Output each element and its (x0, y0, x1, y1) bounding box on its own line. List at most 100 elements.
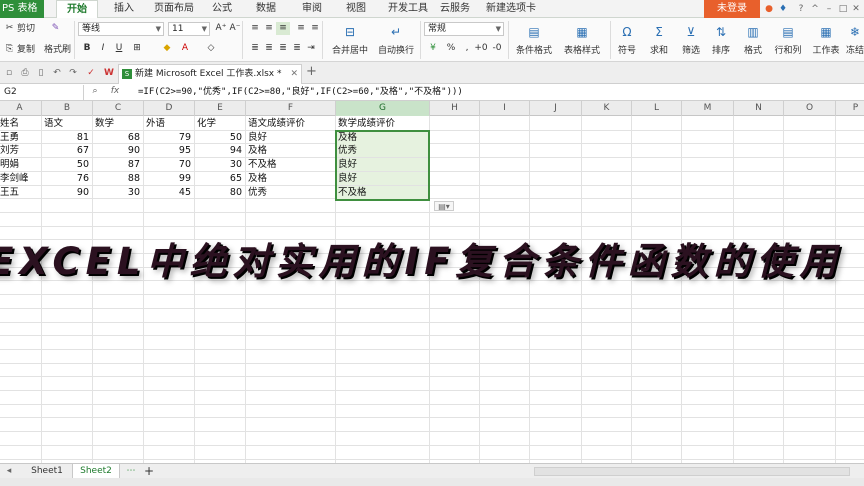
format-painter-button[interactable]: 格式刷 (44, 44, 71, 56)
freeze-button[interactable]: ❄ 冻结 (846, 24, 864, 56)
tab-page-layout[interactable]: 页面布局 (154, 0, 194, 18)
merge-center-button[interactable]: ⊟ 合并居中 (328, 24, 372, 56)
document-tab[interactable]: S 新建 Microsoft Excel 工作表.xlsx * ✕ (118, 64, 302, 84)
table-cell[interactable]: 80 (195, 186, 245, 199)
sort-button[interactable]: ⇅ 排序 (708, 24, 734, 56)
table-cell[interactable]: 94 (195, 144, 245, 157)
column-header-k[interactable]: K (582, 101, 632, 116)
table-cell[interactable]: 50 (42, 158, 92, 171)
table-style-button[interactable]: ▦ 表格样式 (560, 24, 604, 56)
more-sheets-icon[interactable]: ⋯ (124, 464, 138, 479)
new-icon[interactable]: ▫ (4, 68, 14, 78)
fx-icon[interactable]: fx (108, 86, 122, 96)
justify-icon[interactable]: ≣ (290, 42, 304, 55)
row-col-button[interactable]: ▤ 行和列 (772, 24, 804, 56)
table-cell[interactable]: 50 (195, 131, 245, 144)
print-icon[interactable]: ⎙ (20, 68, 30, 78)
first-sheet-icon[interactable]: ◂ (4, 466, 14, 476)
table-cell[interactable]: 90 (42, 186, 92, 199)
brush-icon[interactable]: ✎ (50, 23, 63, 35)
column-header-h[interactable]: H (430, 101, 480, 116)
font-color-icon[interactable]: A (178, 42, 192, 55)
align-right-top-icon[interactable]: ≡ (308, 22, 322, 35)
decrease-decimal-icon[interactable]: -0 (490, 42, 504, 55)
sheet-tab-2[interactable]: Sheet2 (72, 464, 120, 479)
close-icon[interactable]: ✕ (851, 4, 861, 14)
column-header-e[interactable]: E (195, 101, 246, 116)
thousands-icon[interactable]: , (460, 42, 474, 55)
percent-icon[interactable]: % (444, 42, 458, 55)
header-cell[interactable]: 语文成绩评价 (246, 117, 335, 130)
table-cell[interactable]: 王勇 (0, 131, 41, 144)
tab-insert[interactable]: 插入 (114, 0, 134, 18)
header-cell[interactable]: 外语 (144, 117, 194, 130)
redo-icon[interactable]: ↷ (68, 68, 78, 78)
table-cell[interactable]: 30 (195, 158, 245, 171)
column-header-f[interactable]: F (246, 101, 336, 116)
add-sheet-icon[interactable]: + (142, 464, 156, 479)
chevron-up-icon[interactable]: ^ (810, 4, 820, 14)
close-tab-icon[interactable]: ✕ (290, 65, 298, 83)
column-header-a[interactable]: A (0, 101, 42, 116)
help-icon[interactable]: ? (796, 4, 806, 14)
table-cell[interactable]: 90 (93, 144, 143, 157)
conditional-format-button[interactable]: ▤ 条件格式 (512, 24, 556, 56)
column-header-m[interactable]: M (682, 101, 734, 116)
header-cell[interactable]: 语文 (42, 117, 92, 130)
align-bottom-icon[interactable]: ≡ (276, 22, 290, 35)
table-cell[interactable]: 88 (93, 172, 143, 185)
paste-options-icon[interactable]: ▤▾ (434, 201, 454, 211)
worksheet-button[interactable]: ▦ 工作表 (810, 24, 842, 56)
number-format-select[interactable]: 常规 ▼ (424, 22, 504, 36)
grow-font-icon[interactable]: A⁺ (214, 22, 228, 35)
formula-input[interactable]: =IF(C2>=90,"优秀",IF(C2>=80,"良好",IF(C2>=60… (138, 85, 463, 100)
table-cell[interactable]: 79 (144, 131, 194, 144)
column-header-c[interactable]: C (93, 101, 144, 116)
wps-icon[interactable]: W (104, 68, 114, 78)
table-cell[interactable]: 45 (144, 186, 194, 199)
table-cell[interactable]: 76 (42, 172, 92, 185)
shrink-font-icon[interactable]: A⁻ (228, 22, 242, 35)
table-cell[interactable]: 67 (42, 144, 92, 157)
table-cell[interactable]: 明娟 (0, 158, 41, 171)
worksheet-grid[interactable]: ABCDEFGHIJKLMNOP 姓名 语文 数学 外语 化学 语文成绩评价 数学成绩评价王… (0, 101, 864, 463)
column-header-l[interactable]: L (632, 101, 682, 116)
column-header-d[interactable]: D (144, 101, 195, 116)
table-cell[interactable]: 良好 (246, 131, 335, 144)
table-cell[interactable]: 95 (144, 144, 194, 157)
currency-icon[interactable]: ¥ (426, 42, 440, 55)
app-logo[interactable]: PS 表格 (0, 0, 44, 18)
minimize-icon[interactable]: – (824, 4, 834, 14)
border-icon[interactable]: ⊞ (130, 42, 144, 55)
copy-button[interactable]: ⎘ 复制 (4, 44, 35, 56)
column-header-n[interactable]: N (734, 101, 784, 116)
column-header-i[interactable]: I (480, 101, 530, 116)
column-header-p[interactable]: P (836, 101, 864, 116)
table-cell[interactable]: 不及格 (336, 186, 429, 199)
table-cell[interactable]: 及格 (246, 144, 335, 157)
table-cell[interactable]: 李剑峰 (0, 172, 41, 185)
table-cell[interactable]: 优秀 (336, 144, 429, 157)
font-size-select[interactable]: 11 ▼ (168, 22, 210, 36)
align-right-icon[interactable]: ≣ (276, 42, 290, 55)
tab-developer[interactable]: 开发工具 (388, 0, 428, 18)
font-name-select[interactable]: 等线 ▼ (78, 22, 164, 36)
header-cell[interactable]: 化学 (195, 117, 245, 130)
tab-new[interactable]: 新建选项卡 (486, 0, 536, 18)
table-cell[interactable]: 87 (93, 158, 143, 171)
table-cell[interactable]: 王五 (0, 186, 41, 199)
increase-decimal-icon[interactable]: +0 (474, 42, 488, 55)
filter-button[interactable]: ⊻ 筛选 (678, 24, 704, 56)
table-cell[interactable]: 68 (93, 131, 143, 144)
align-top-icon[interactable]: ≡ (248, 22, 262, 35)
column-header-j[interactable]: J (530, 101, 582, 116)
underline-icon[interactable]: U (112, 42, 126, 55)
table-cell[interactable]: 30 (93, 186, 143, 199)
tab-review[interactable]: 审阅 (302, 0, 322, 18)
indent-icon[interactable]: ⇥ (304, 42, 318, 55)
name-box[interactable]: G2 (0, 85, 84, 100)
tab-view[interactable]: 视图 (346, 0, 366, 18)
column-header-b[interactable]: B (42, 101, 93, 116)
wrap-text-button[interactable]: ↵ 自动换行 (376, 24, 416, 56)
skin-icon[interactable]: ● (764, 4, 774, 14)
